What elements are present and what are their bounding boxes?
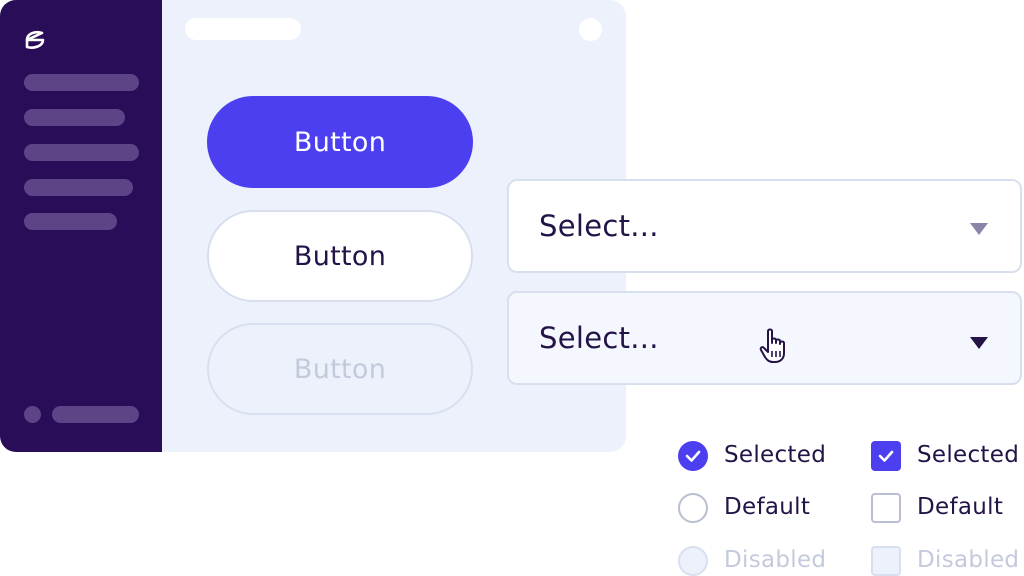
disabled-button: Button <box>207 323 473 415</box>
chevron-down-icon <box>970 223 988 235</box>
radio-label: Disabled <box>724 547 827 573</box>
brand-logo-icon[interactable] <box>22 28 48 52</box>
user-name-placeholder[interactable] <box>52 406 139 423</box>
hand-pointer-icon <box>759 328 785 363</box>
sidebar-item-2[interactable] <box>24 109 125 126</box>
check-icon <box>685 450 701 462</box>
radio-disabled <box>678 546 708 576</box>
checkbox-label: Selected <box>917 442 1020 468</box>
radio-default[interactable] <box>678 493 708 523</box>
secondary-button[interactable]: Button <box>207 210 473 302</box>
radio-label: Selected <box>724 442 827 468</box>
topbar-title-placeholder <box>185 18 301 40</box>
radio-selected[interactable] <box>678 441 708 471</box>
sidebar-item-4[interactable] <box>24 179 133 196</box>
select-placeholder: Select... <box>539 321 659 355</box>
topbar-action-dot[interactable] <box>579 18 602 41</box>
sidebar-item-1[interactable] <box>24 74 139 91</box>
checkbox-disabled <box>871 546 901 576</box>
check-icon <box>878 450 894 462</box>
primary-button[interactable]: Button <box>207 96 473 188</box>
select-dropdown-default[interactable]: Select... <box>507 179 1022 273</box>
checkbox-selected[interactable] <box>871 441 901 471</box>
chevron-down-icon <box>970 337 988 349</box>
sidebar-item-5[interactable] <box>24 213 117 230</box>
checkbox-label: Default <box>917 494 1004 520</box>
checkbox-default[interactable] <box>871 493 901 523</box>
radio-label: Default <box>724 494 811 520</box>
user-avatar[interactable] <box>24 406 41 423</box>
select-placeholder: Select... <box>539 209 659 243</box>
checkbox-label: Disabled <box>917 547 1020 573</box>
sidebar <box>0 0 162 452</box>
sidebar-item-3[interactable] <box>24 144 139 161</box>
